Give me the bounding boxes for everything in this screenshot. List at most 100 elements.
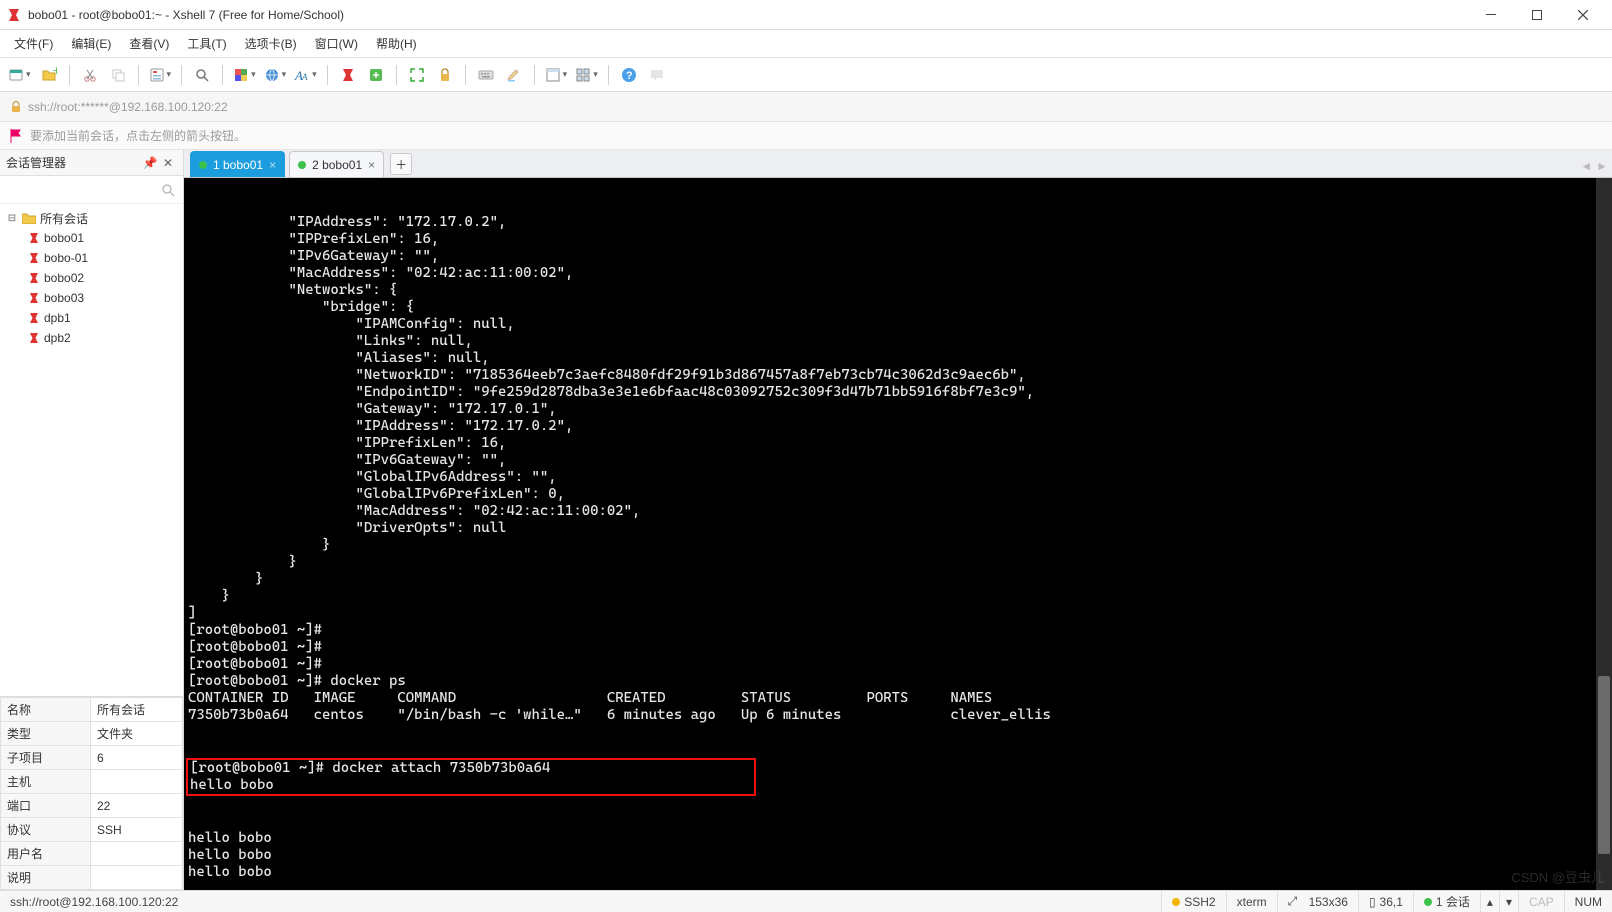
tree-collapse-icon[interactable]: ⊟ <box>6 213 18 224</box>
tree-item-label: bobo-01 <box>44 251 88 265</box>
tip-bar: 要添加当前会话，点击左侧的箭头按钮。 <box>0 122 1612 150</box>
terminal-line: [root@bobo01 ~]# docker ps <box>186 673 1612 690</box>
tree-item-label: dpb1 <box>44 311 71 325</box>
keyboard-button[interactable] <box>474 63 498 87</box>
xshell-button[interactable] <box>336 63 360 87</box>
flag-icon <box>10 129 22 143</box>
scroll-thumb[interactable] <box>1598 676 1610 854</box>
terminal-line: "Aliases": null, <box>186 350 1612 367</box>
close-icon[interactable]: ✕ <box>159 156 177 170</box>
search-button[interactable] <box>190 63 214 87</box>
tab-prev-button[interactable]: ◄ <box>1580 159 1592 173</box>
prop-value: 所有会话 <box>91 698 183 722</box>
xftp-button[interactable] <box>364 63 388 87</box>
prop-row: 名称所有会话 <box>1 698 183 722</box>
tab-next-button[interactable]: ► <box>1596 159 1608 173</box>
menu-view[interactable]: 查看(V) <box>121 31 177 56</box>
terminal-line: } <box>186 554 1612 571</box>
tree-item-label: bobo03 <box>44 291 84 305</box>
terminal-line: } <box>186 588 1612 605</box>
address-bar[interactable]: ssh://root:******@192.168.100.120:22 <box>0 92 1612 122</box>
terminal-line: "IPPrefixLen": 16, <box>186 435 1612 452</box>
lock-button[interactable] <box>433 63 457 87</box>
menu-edit[interactable]: 编辑(E) <box>63 31 119 56</box>
separator-icon <box>534 65 535 85</box>
tip-text: 要添加当前会话，点击左侧的箭头按钮。 <box>30 127 246 144</box>
color-scheme-button[interactable] <box>231 63 258 87</box>
terminal-line: "IPAMConfig": null, <box>186 316 1612 333</box>
terminal-line: 7350b73b0a64 centos "/bin/bash -c 'while… <box>186 707 1612 724</box>
menu-tools[interactable]: 工具(T) <box>179 31 234 56</box>
new-session-button[interactable] <box>6 63 33 87</box>
sidebar-search[interactable] <box>0 176 183 204</box>
status-size: ⤢ 153x36 <box>1277 891 1358 912</box>
status-down-icon[interactable]: ▾ <box>1499 891 1518 912</box>
tree-session-item[interactable]: bobo02 <box>0 268 183 288</box>
session-tab[interactable]: 1 bobo01× <box>190 151 285 177</box>
cut-button[interactable] <box>78 63 102 87</box>
menu-help[interactable]: 帮助(H) <box>368 31 425 56</box>
session-icon <box>28 232 40 244</box>
session-icon <box>28 312 40 324</box>
terminal-line: "Gateway": "172.17.0.1", <box>186 401 1612 418</box>
tab-close-icon[interactable]: × <box>368 158 375 172</box>
terminal[interactable]: "IPAddress": "172.17.0.2", "IPPrefixLen"… <box>184 178 1612 890</box>
layout-button[interactable] <box>543 63 570 87</box>
tab-nav: ◄ ► <box>1580 159 1608 173</box>
window-title: bobo01 - root@bobo01:~ - Xshell 7 (Free … <box>28 8 1468 22</box>
fullscreen-button[interactable] <box>405 63 429 87</box>
status-dot-icon <box>1172 898 1180 906</box>
menu-tabs[interactable]: 选项卡(B) <box>237 31 305 56</box>
prop-key: 主机 <box>1 770 91 794</box>
properties-button[interactable] <box>147 63 174 87</box>
terminal-line: ] <box>186 605 1612 622</box>
font-button[interactable]: AA <box>292 63 319 87</box>
globe-button[interactable] <box>262 63 289 87</box>
tree-session-item[interactable]: bobo-01 <box>0 248 183 268</box>
prop-row: 子项目6 <box>1 746 183 770</box>
maximize-button[interactable] <box>1514 0 1560 30</box>
tab-status-dot <box>298 161 306 169</box>
session-tab[interactable]: 2 bobo01× <box>289 151 384 177</box>
prop-row: 类型文件夹 <box>1 722 183 746</box>
folder-icon <box>22 212 36 224</box>
terminal-line: "MacAddress": "02:42:ac:11:00:02", <box>186 503 1612 520</box>
tree-item-label: bobo01 <box>44 231 84 245</box>
svg-text:?: ? <box>626 70 633 82</box>
tile-button[interactable] <box>573 63 600 87</box>
prop-key: 子项目 <box>1 746 91 770</box>
tree-session-item[interactable]: dpb1 <box>0 308 183 328</box>
feedback-button[interactable] <box>645 63 669 87</box>
minimize-button[interactable] <box>1468 0 1514 30</box>
status-ssh: SSH2 <box>1161 891 1225 912</box>
tree-session-item[interactable]: dpb2 <box>0 328 183 348</box>
tree-session-item[interactable]: bobo01 <box>0 228 183 248</box>
tree-root[interactable]: ⊟ 所有会话 <box>0 208 183 228</box>
new-folder-button[interactable]: ＋ <box>37 63 61 87</box>
lock-icon <box>10 101 22 113</box>
add-tab-button[interactable]: ＋ <box>390 153 412 175</box>
pin-icon[interactable]: 📌 <box>141 156 159 170</box>
terminal-line: "Networks": { <box>186 282 1612 299</box>
tab-strip: 1 bobo01×2 bobo01× ＋ ◄ ► <box>184 150 1612 178</box>
highlight-button[interactable] <box>502 63 526 87</box>
prop-value <box>91 842 183 866</box>
status-up-icon[interactable]: ▴ <box>1480 891 1499 912</box>
terminal-line: "MacAddress": "02:42:ac:11:00:02", <box>186 265 1612 282</box>
separator-icon <box>396 65 397 85</box>
tree-session-item[interactable]: bobo03 <box>0 288 183 308</box>
copy-button[interactable] <box>106 63 130 87</box>
session-icon <box>28 272 40 284</box>
terminal-scrollbar[interactable] <box>1596 178 1612 890</box>
menu-window[interactable]: 窗口(W) <box>307 31 366 56</box>
terminal-line: "IPAddress": "172.17.0.2", <box>186 418 1612 435</box>
prop-row: 主机 <box>1 770 183 794</box>
menu-file[interactable]: 文件(F) <box>6 31 61 56</box>
terminal-line: "GlobalIPv6PrefixLen": 0, <box>186 486 1612 503</box>
separator-icon <box>69 65 70 85</box>
help-button[interactable]: ? <box>617 63 641 87</box>
session-icon <box>28 292 40 304</box>
terminal-line: "NetworkID": "7185364eeb7c3aefc8480fdf29… <box>186 367 1612 384</box>
close-button[interactable] <box>1560 0 1606 30</box>
tab-close-icon[interactable]: × <box>269 158 276 172</box>
